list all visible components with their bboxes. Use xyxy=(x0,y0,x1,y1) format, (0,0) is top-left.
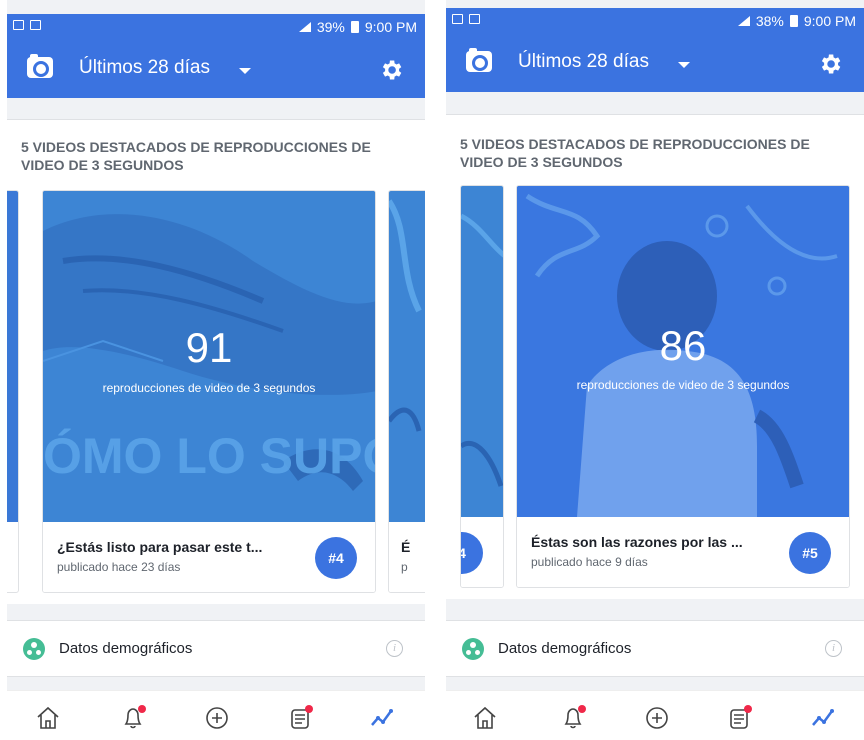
info-icon[interactable]: i xyxy=(825,640,842,657)
top-videos-section: 5 VIDEOS DESTACADOS DE REPRODUCCIONES DE… xyxy=(446,114,864,599)
phone-screen-right: 38% 9:00 PM Últimos 28 días 5 VIDEOS DES… xyxy=(446,0,864,740)
demographics-row[interactable]: Datos demográficos i xyxy=(446,620,864,677)
signal-icon xyxy=(297,22,311,32)
battery-level: 38% xyxy=(755,13,784,29)
image-icon xyxy=(13,20,24,30)
video-card[interactable]: ÓMO LO SUPO? 91 reproducciones de video … xyxy=(42,190,376,593)
status-bar: 39% 9:00 PM xyxy=(7,14,425,42)
screenshot-root: 39% 9:00 PM Últimos 28 días 5 VIDEOS DES… xyxy=(0,0,864,740)
view-count: 91 xyxy=(185,324,233,371)
video-published: publicado hace 23 días xyxy=(57,560,181,574)
phone-screen-left: 39% 9:00 PM Últimos 28 días 5 VIDEOS DES… xyxy=(7,0,425,740)
info-icon[interactable]: i xyxy=(386,640,403,657)
feed-icon[interactable] xyxy=(724,703,754,733)
demographics-label: Datos demográficos xyxy=(498,640,632,657)
insights-icon[interactable] xyxy=(367,703,397,733)
rank-badge-peek: 4 xyxy=(461,532,483,574)
metric-label: reproducciones de video de 3 segundos xyxy=(576,378,790,392)
video-published: publicado hace 9 días xyxy=(531,555,648,569)
feed-icon[interactable] xyxy=(285,703,315,733)
metric-label: reproducciones de video de 3 segundos xyxy=(102,381,316,395)
demographics-label: Datos demográficos xyxy=(59,640,193,657)
section-title: 5 VIDEOS DESTACADOS DE REPRODUCCIONES DE… xyxy=(21,139,371,173)
top-videos-section: 5 VIDEOS DESTACADOS DE REPRODUCCIONES DE… xyxy=(7,119,425,604)
bell-icon[interactable] xyxy=(118,703,148,733)
rank-badge: #5 xyxy=(789,532,831,574)
message-icon xyxy=(469,14,480,24)
home-icon[interactable] xyxy=(33,703,63,733)
notification-dot xyxy=(138,705,146,713)
clock: 9:00 PM xyxy=(364,19,417,35)
signal-icon xyxy=(736,16,750,26)
camera-icon[interactable] xyxy=(27,54,53,78)
gear-icon[interactable] xyxy=(816,50,844,78)
video-card-previous[interactable]: 4 xyxy=(460,185,504,588)
video-card-previous[interactable] xyxy=(7,190,19,593)
battery-icon xyxy=(350,21,359,33)
video-title: Éstas son las razones por las ... xyxy=(531,534,743,550)
app-header: Últimos 28 días xyxy=(7,42,425,98)
video-card-next[interactable]: É p xyxy=(388,190,425,593)
video-card[interactable]: 86 reproducciones de video de 3 segundos… xyxy=(516,185,850,588)
demographics-icon xyxy=(23,638,45,660)
gear-icon[interactable] xyxy=(377,56,405,84)
message-icon xyxy=(30,20,41,30)
caret-down-icon[interactable] xyxy=(678,62,690,68)
notification-dot xyxy=(305,705,313,713)
insights-icon[interactable] xyxy=(808,703,838,733)
bottom-nav xyxy=(7,690,425,740)
period-selector[interactable]: Últimos 28 días xyxy=(518,51,649,73)
clock: 9:00 PM xyxy=(803,13,856,29)
notification-dot xyxy=(744,705,752,713)
plus-circle-icon[interactable] xyxy=(202,703,232,733)
video-thumbnail: ÓMO LO SUPO? 91 reproducciones de video … xyxy=(43,191,375,522)
bell-icon[interactable] xyxy=(558,703,588,733)
notification-dot xyxy=(578,705,586,713)
battery-icon xyxy=(789,15,798,27)
demographics-row[interactable]: Datos demográficos i xyxy=(7,620,425,677)
plus-circle-icon[interactable] xyxy=(642,703,672,733)
status-bar: 38% 9:00 PM xyxy=(446,8,864,36)
rank-badge: #4 xyxy=(315,537,357,579)
period-selector[interactable]: Últimos 28 días xyxy=(79,57,210,79)
section-title: 5 VIDEOS DESTACADOS DE REPRODUCCIONES DE… xyxy=(460,136,810,170)
home-icon[interactable] xyxy=(470,703,500,733)
next-video-title-peek: É xyxy=(401,539,411,555)
caret-down-icon[interactable] xyxy=(239,68,251,74)
video-title: ¿Estás listo para pasar este t... xyxy=(57,539,263,555)
app-header: Últimos 28 días xyxy=(446,36,864,92)
next-video-sub-peek: p xyxy=(401,560,408,574)
image-icon xyxy=(452,14,463,24)
camera-icon[interactable] xyxy=(466,48,492,72)
demographics-icon xyxy=(462,638,484,660)
video-thumbnail: 86 reproducciones de video de 3 segundos xyxy=(517,186,849,517)
bottom-nav xyxy=(446,690,864,740)
svg-text:ÓMO LO SUPO?: ÓMO LO SUPO? xyxy=(43,428,375,484)
view-count: 86 xyxy=(659,322,707,369)
battery-level: 39% xyxy=(316,19,345,35)
